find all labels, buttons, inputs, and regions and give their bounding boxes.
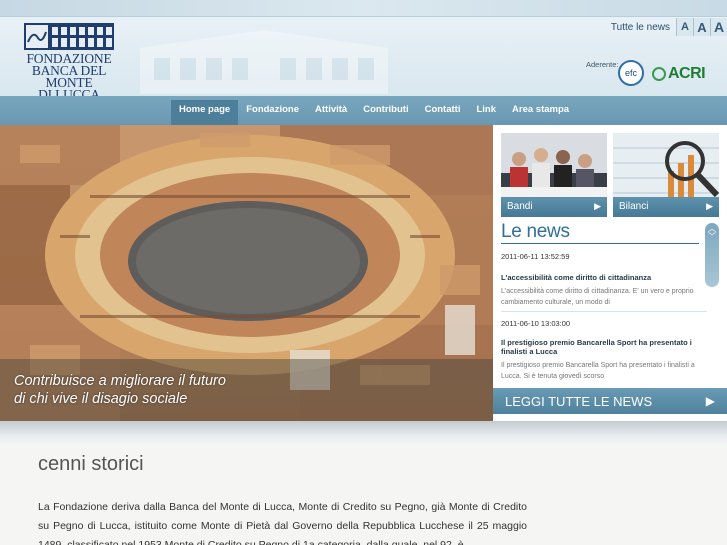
read-all-news-label: LEGGI TUTTE LE NEWS (505, 394, 653, 409)
news-scroll-control[interactable]: ︿ ﹀ (705, 223, 719, 287)
hero-caption: Contribuisce a migliorare il futuro di c… (14, 372, 226, 408)
efc-logo-text: efc (624, 68, 637, 78)
news-title-divider (501, 243, 699, 244)
news-date: 2011-06-11 13:52:59 (501, 252, 570, 261)
bandi-tile[interactable]: Bandi ▶ (501, 133, 607, 217)
site-header: FONDAZIONE BANCA DEL MONTE DI LUCCA Tutt… (0, 0, 727, 101)
hero-banner[interactable]: Contribuisce a migliorare il futuro di c… (0, 125, 493, 421)
nav-item-fondazione[interactable]: Fondazione (238, 100, 307, 125)
news-excerpt: Il prestigioso premio Bancarella Sport h… (501, 362, 695, 380)
header-top-strip (0, 0, 727, 16)
bandi-arrow-icon: ▶ (594, 201, 601, 211)
bilanci-label-bar: Bilanci ▶ (613, 197, 719, 217)
nav-item-contributi[interactable]: Contributi (355, 100, 416, 125)
news-divider (501, 311, 707, 312)
palazzo-silhouette-graphic (140, 30, 388, 94)
utility-bar: Tutte le news A A A (611, 16, 727, 38)
read-all-news-button[interactable]: LEGGI TUTTE LE NEWS ▶ (493, 388, 727, 414)
bandi-label: Bandi (507, 201, 533, 212)
nav-items: Home page Fondazione Attività Contributi… (171, 100, 577, 125)
acri-circle-icon (652, 67, 666, 81)
main-navigation: Home page Fondazione Attività Contributi… (0, 96, 727, 125)
aderente-label: Aderente: (586, 60, 619, 69)
nav-item-area-stampa[interactable]: Area stampa (504, 100, 577, 125)
sidebar: Bandi ▶ Bilanci ▶ Le news ︿ ﹀ 2011-06-11… (493, 125, 727, 421)
section-title: cenni storici (38, 453, 144, 475)
news-section-title: Le news (501, 221, 570, 242)
hero-caption-line-1: Contribuisce a migliorare il futuro (14, 373, 226, 389)
nav-item-contatti[interactable]: Contatti (417, 100, 469, 125)
acri-logo[interactable]: ACRI (652, 65, 706, 83)
nav-item-attivita[interactable]: Attività (307, 100, 355, 125)
news-headline[interactable]: Il prestigioso premio Bancarella Sport h… (501, 338, 701, 356)
bilanci-tile[interactable]: Bilanci ▶ (613, 133, 719, 217)
acri-logo-text: ACRI (668, 65, 706, 82)
nav-item-link[interactable]: Link (468, 100, 504, 125)
news-date: 2011-06-10 13:03:00 (501, 319, 571, 328)
logo-building-icon (24, 23, 114, 50)
logo-wordmark: FONDAZIONE BANCA DEL MONTE DI LUCCA (8, 52, 130, 102)
logo-line-2: BANCA DEL MONTE (31, 63, 107, 90)
font-size-large-button[interactable]: A (710, 18, 727, 36)
history-paragraph: La Fondazione deriva dalla Banca del Mon… (38, 501, 527, 545)
hero-caption-line-2: di chi vive il disagio sociale (14, 391, 188, 407)
efc-logo[interactable]: efc (618, 60, 644, 86)
bilanci-arrow-icon: ▶ (706, 201, 713, 211)
nav-item-home[interactable]: Home page (171, 100, 239, 125)
news-headline[interactable]: L'accessibilità come diritto di cittadin… (501, 273, 701, 282)
bilanci-label: Bilanci (619, 201, 649, 212)
news-excerpt: L'accessibilità come diritto di cittadin… (501, 288, 694, 306)
bandi-label-bar: Bandi ▶ (501, 197, 607, 217)
all-news-link[interactable]: Tutte le news (611, 22, 670, 33)
font-size-small-button[interactable]: A (676, 18, 693, 36)
news-item[interactable]: 2011-06-10 13:03:00 Il prestigioso premi… (501, 319, 701, 382)
font-size-medium-button[interactable]: A (693, 18, 710, 36)
foundation-logo[interactable]: FONDAZIONE BANCA DEL MONTE DI LUCCA (8, 20, 130, 101)
news-item[interactable]: 2011-06-11 13:52:59 L'accessibilità come… (501, 252, 701, 308)
read-all-arrow-icon: ▶ (705, 394, 715, 408)
content-top-shadow (0, 421, 727, 445)
scroll-down-icon[interactable]: ﹀ (708, 233, 716, 241)
